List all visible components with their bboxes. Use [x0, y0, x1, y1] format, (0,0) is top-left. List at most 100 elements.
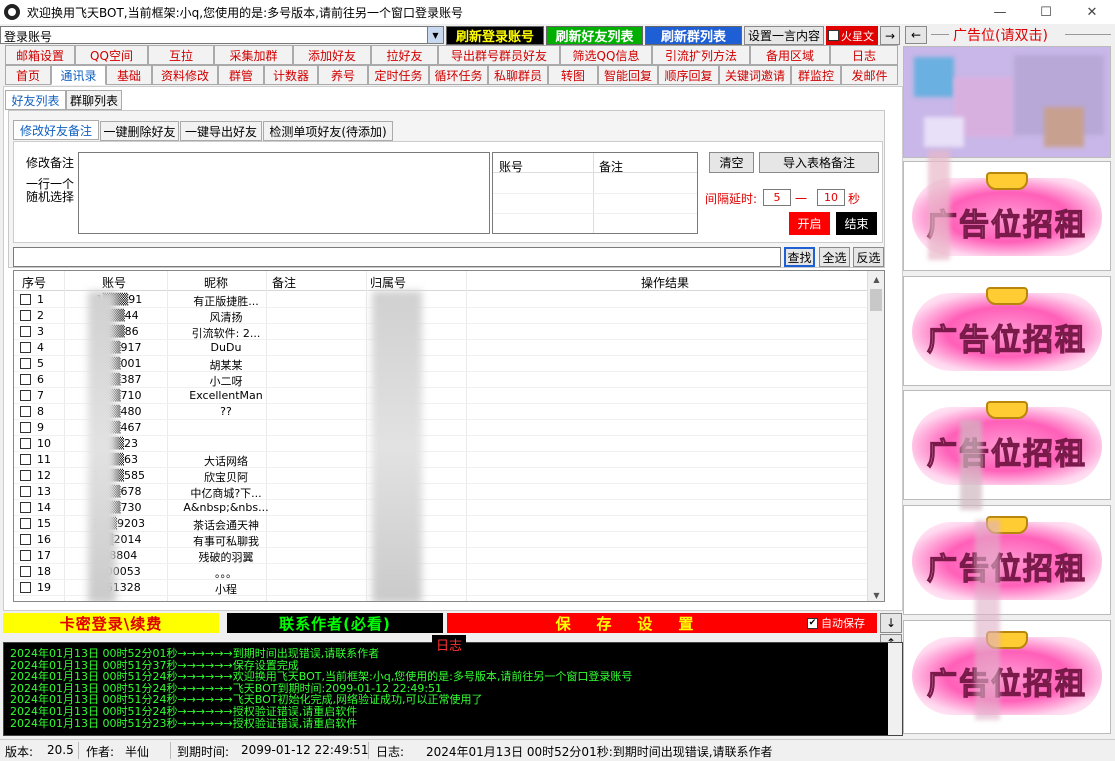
ad-header-title[interactable]: 广告位(请双击) [953, 25, 1048, 45]
tab-group-monitor[interactable]: 群监控 [791, 65, 841, 85]
tab-export-friends[interactable]: 一键导出好友 [180, 121, 262, 141]
row-checkbox[interactable] [20, 454, 31, 465]
tab-pull-friend[interactable]: 拉好友 [371, 45, 438, 65]
row-checkbox[interactable] [20, 502, 31, 513]
tab-friend-list[interactable]: 好友列表 [5, 90, 66, 110]
huoxing-checkbox[interactable] [828, 30, 839, 41]
row-checkbox[interactable] [20, 550, 31, 561]
interval-to-input[interactable]: 10 [817, 189, 845, 206]
find-button[interactable]: 查找 [784, 247, 815, 267]
ad-slot-0[interactable] [903, 46, 1111, 158]
table-row[interactable]: 4 2▒▒917 DuDu [14, 340, 869, 356]
ad-slot-3[interactable]: 广告位招租 [903, 390, 1111, 500]
row-checkbox[interactable] [20, 486, 31, 497]
stop-button[interactable]: 结束 [836, 212, 877, 235]
table-row[interactable]: 16 ▒▒2014 有事可私聊我 [14, 532, 869, 548]
maximize-button[interactable]: ☐ [1023, 0, 1069, 24]
table-row[interactable]: 3 ▒▒▒86 引流软件: 2... [14, 324, 869, 340]
login-account-combo[interactable]: 登录账号 ▼ [0, 26, 444, 44]
scroll-up-icon[interactable]: ▲ [868, 271, 884, 287]
row-checkbox[interactable] [20, 534, 31, 545]
tab-smart-reply[interactable]: 智能回复 [598, 65, 658, 85]
tab-delete-friends[interactable]: 一键删除好友 [100, 121, 179, 141]
table-row[interactable]: 7 5▒▒710 ExcellentMan [14, 388, 869, 404]
scroll-down-icon[interactable]: ▼ [868, 587, 884, 601]
refresh-login-button[interactable]: 刷新登录账号 [446, 26, 544, 45]
grid-scrollbar[interactable]: ▲ ▼ [867, 271, 884, 601]
col-result[interactable]: 操作结果 [641, 274, 689, 291]
row-checkbox[interactable] [20, 566, 31, 577]
table-row[interactable]: 12 14▒▒585 欣宝贝阿 [14, 468, 869, 484]
scroll-thumb[interactable] [870, 289, 882, 311]
arrow-down-button[interactable]: ↓ [880, 613, 902, 633]
tab-qzone[interactable]: QQ空间 [75, 45, 148, 65]
log-scrollbar[interactable] [888, 643, 902, 735]
tab-group-list[interactable]: 群聊列表 [66, 90, 122, 110]
clear-button[interactable]: 清空 [709, 152, 754, 173]
row-checkbox[interactable] [20, 518, 31, 529]
refresh-groups-button[interactable]: 刷新群列表 [645, 26, 742, 45]
row-checkbox[interactable] [20, 422, 31, 433]
row-checkbox[interactable] [20, 582, 31, 593]
tab-group-manage[interactable]: 群管 [218, 65, 264, 85]
interval-from-input[interactable]: 5 [763, 189, 791, 206]
huoxing-toggle[interactable]: 火星文 [826, 26, 878, 45]
col-remark[interactable]: 备注 [272, 274, 296, 291]
arrow-left-button[interactable]: ← [905, 26, 927, 44]
col-account[interactable]: 账号 [102, 274, 126, 291]
friend-grid[interactable]: 序号 账号 昵称 备注 归属号 操作结果 1 1▒▒▒91 有正版捷胜... 2 ▒▒▒… [13, 270, 885, 602]
table-row[interactable]: 1 1▒▒▒91 有正版捷胜... [14, 292, 869, 308]
tab-loop-task[interactable]: 循环任务 [429, 65, 488, 85]
tab-check-friend[interactable]: 检测单项好友(待添加) [263, 121, 393, 141]
row-checkbox[interactable] [20, 438, 31, 449]
card-login-button[interactable]: 卡密登录\续费 [3, 613, 219, 633]
tab-profile-edit[interactable]: 资料修改 [152, 65, 218, 85]
col-owner[interactable]: 归属号 [370, 274, 406, 291]
tab-filter-qq[interactable]: 筛选QQ信息 [560, 45, 652, 65]
minimize-button[interactable]: — [977, 0, 1023, 24]
save-settings-button[interactable]: 保 存 设 置 [447, 613, 803, 633]
tab-account-nurture[interactable]: 养号 [318, 65, 368, 85]
row-checkbox[interactable] [20, 406, 31, 417]
tab-home[interactable]: 首页 [5, 65, 51, 85]
auto-save-toggle[interactable]: ✔ 自动保存 [803, 613, 877, 633]
row-checkbox[interactable] [20, 310, 31, 321]
tab-export-group[interactable]: 导出群号群员好友 [438, 45, 560, 65]
table-row[interactable]: 8 5▒▒480?? [14, 404, 869, 420]
tab-modify-remark[interactable]: 修改好友备注 [13, 120, 99, 140]
ad-slot-4[interactable]: 广告位招租 [903, 505, 1111, 615]
ad-slot-5[interactable]: 广告位招租 [903, 620, 1111, 734]
table-row[interactable]: 13 2▒▒678 中亿商城?下... [14, 484, 869, 500]
row-checkbox[interactable] [20, 342, 31, 353]
search-input[interactable] [13, 247, 781, 267]
close-button[interactable]: ✕ [1069, 0, 1115, 24]
select-all-button[interactable]: 全选 [819, 247, 850, 267]
tab-traffic-method[interactable]: 引流扩列方法 [652, 45, 750, 65]
table-row[interactable]: 19 ▒61328 小程 [14, 580, 869, 596]
tab-basic[interactable]: 基础 [106, 65, 152, 85]
tab-keyword-invite[interactable]: 关键词邀请 [719, 65, 791, 85]
arrow-right-button[interactable]: → [880, 26, 900, 45]
tab-add-friend[interactable]: 添加好友 [293, 45, 371, 65]
row-checkbox[interactable] [20, 326, 31, 337]
table-row[interactable]: 10 9▒▒23 [14, 436, 869, 452]
tab-collect-join[interactable]: 采集加群 [214, 45, 293, 65]
table-row[interactable]: 15 3▒▒9203 茶话会通天神 [14, 516, 869, 532]
tab-contacts[interactable]: 通讯录 [51, 65, 106, 85]
table-row[interactable]: 11 9▒▒63 大话网络 [14, 452, 869, 468]
tab-convert-image[interactable]: 转图 [548, 65, 598, 85]
start-button[interactable]: 开启 [789, 212, 830, 235]
checkmark-icon[interactable]: ✔ [807, 617, 818, 629]
tab-backup-area[interactable]: 备用区域 [750, 45, 830, 65]
tab-mailbox[interactable]: 邮箱设置 [5, 45, 75, 65]
remark-import-table[interactable]: 账号 备注 [492, 152, 698, 234]
tab-send-mail[interactable]: 发邮件 [841, 65, 898, 85]
row-checkbox[interactable] [20, 390, 31, 401]
set-phrase-button[interactable]: 设置一言内容 [744, 26, 824, 45]
col-seq[interactable]: 序号 [22, 274, 46, 291]
invert-selection-button[interactable]: 反选 [853, 247, 884, 267]
row-checkbox[interactable] [20, 374, 31, 385]
row-checkbox[interactable] [20, 294, 31, 305]
tab-counter[interactable]: 计数器 [264, 65, 318, 85]
table-row[interactable]: 6 4▒▒387 小二呀 [14, 372, 869, 388]
